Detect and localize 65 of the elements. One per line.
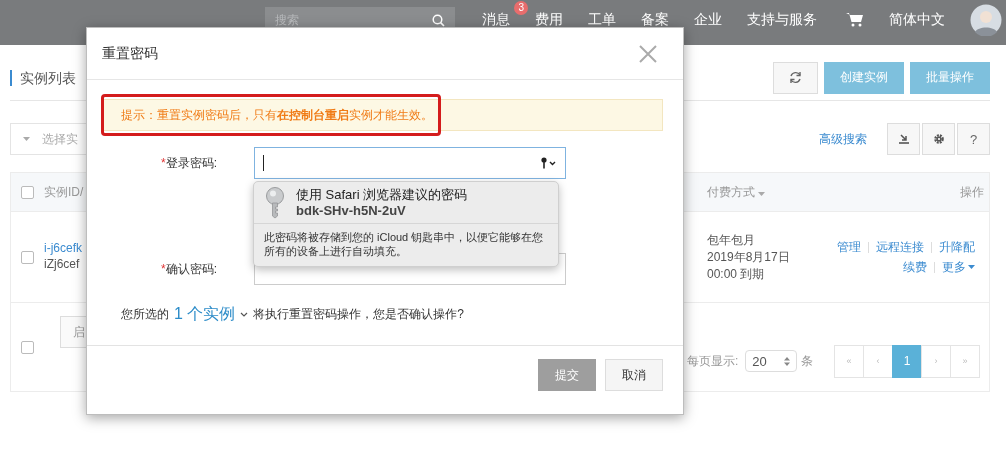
password-field[interactable] <box>254 147 566 179</box>
key-menu-icon <box>541 157 557 169</box>
dialog-title: 重置密码 <box>102 44 158 63</box>
page-button[interactable]: « <box>834 344 864 378</box>
summary-text: 将执行重置密码操作，您是否确认操作? <box>253 306 465 323</box>
caret-icon <box>23 137 30 141</box>
field-label: *登录密码: <box>160 154 217 172</box>
key-icon <box>264 186 286 219</box>
page-button[interactable]: » <box>950 344 980 378</box>
field-label: *确认密码: <box>160 260 217 278</box>
billing-text: 包年包月 <box>707 231 756 249</box>
sort-caret-icon <box>758 191 766 196</box>
message-badge: 3 <box>514 0 528 15</box>
nav-link[interactable]: 费用 <box>535 10 563 29</box>
page-button[interactable]: 1 <box>892 344 922 378</box>
page-title: 实例列表 <box>10 69 76 86</box>
nav-link[interactable]: 支持与服务 <box>747 10 817 29</box>
page-size-label: 每页显示: <box>687 352 739 370</box>
caret-icon <box>968 265 975 269</box>
password-suggestion-popup[interactable]: 使用 Safari 浏览器建议的密码 bdk-SHv-h5N-2uV 此密码将被存储到您的 iCloud 钥匙串中，以便它能够在您所有的设备上进行自动填充。 <box>253 181 559 267</box>
toolbar-button[interactable]: 批量操作 <box>910 61 990 94</box>
column-header: 操作 <box>960 183 984 201</box>
instance-count-link[interactable]: 1 个实例 <box>174 304 236 325</box>
refresh-button[interactable] <box>773 61 818 94</box>
stepper-icon <box>784 356 791 366</box>
page-button[interactable]: › <box>921 344 951 378</box>
checkbox[interactable] <box>21 340 34 354</box>
page-size-select[interactable]: 20 <box>745 350 798 372</box>
export-button[interactable] <box>887 123 920 155</box>
billing-text: 2019年8月17日 <box>707 248 790 266</box>
action-link[interactable]: 续费 <box>903 258 927 276</box>
warning-notice: 提示：重置实例密码后，只有在控制台重启实例才能生效。 <box>101 99 663 131</box>
settings-button[interactable] <box>922 123 955 155</box>
nav-link[interactable]: 企业 <box>694 10 722 29</box>
refresh-icon <box>789 71 802 84</box>
instance-name: iZj6cef <box>44 256 81 273</box>
suggestion-title: 使用 Safari 浏览器建议的密码 <box>296 186 468 203</box>
column-header[interactable]: 付费方式 <box>707 183 766 201</box>
suggestion-note: 此密码将被存储到您的 iCloud 钥匙串中，以便它能够在您所有的设备上进行自动填充。 <box>263 230 545 258</box>
instance-id-link[interactable]: i-j6cefk <box>44 241 82 255</box>
advanced-search-link[interactable]: 高级搜索 <box>819 130 867 148</box>
billing-text: 00:00 到期 <box>707 265 766 283</box>
export-icon <box>897 133 910 145</box>
chevron-icon <box>240 312 249 317</box>
avatar-icon[interactable] <box>970 3 1002 36</box>
page-button[interactable]: ‹ <box>863 344 893 378</box>
action-link[interactable]: 更多 <box>942 258 975 276</box>
nav-link[interactable]: 工单 <box>588 10 616 29</box>
toolbar-button[interactable]: 创建实例 <box>824 61 904 94</box>
column-header: 实例ID/ <box>44 183 84 201</box>
checkbox[interactable] <box>21 250 34 264</box>
settings-icon <box>932 133 945 145</box>
action-link[interactable]: 升降配 <box>939 238 975 256</box>
action-link[interactable]: 远程连接 <box>876 238 924 256</box>
checkbox[interactable] <box>21 185 34 199</box>
cart-icon[interactable] <box>846 12 864 27</box>
summary-text: 您所选的 <box>121 306 169 323</box>
page-size-unit: 条 <box>801 352 814 370</box>
suggested-password: bdk-SHv-h5N-2uV <box>296 202 407 219</box>
language-link[interactable]: 简体中文 <box>889 10 945 29</box>
help-button[interactable]: ? <box>957 123 990 155</box>
cancel-button[interactable]: 取消 <box>605 359 663 391</box>
action-link[interactable]: 管理 <box>837 238 861 256</box>
nav-link[interactable]: 备案 <box>641 10 669 29</box>
close-icon[interactable] <box>639 44 657 63</box>
